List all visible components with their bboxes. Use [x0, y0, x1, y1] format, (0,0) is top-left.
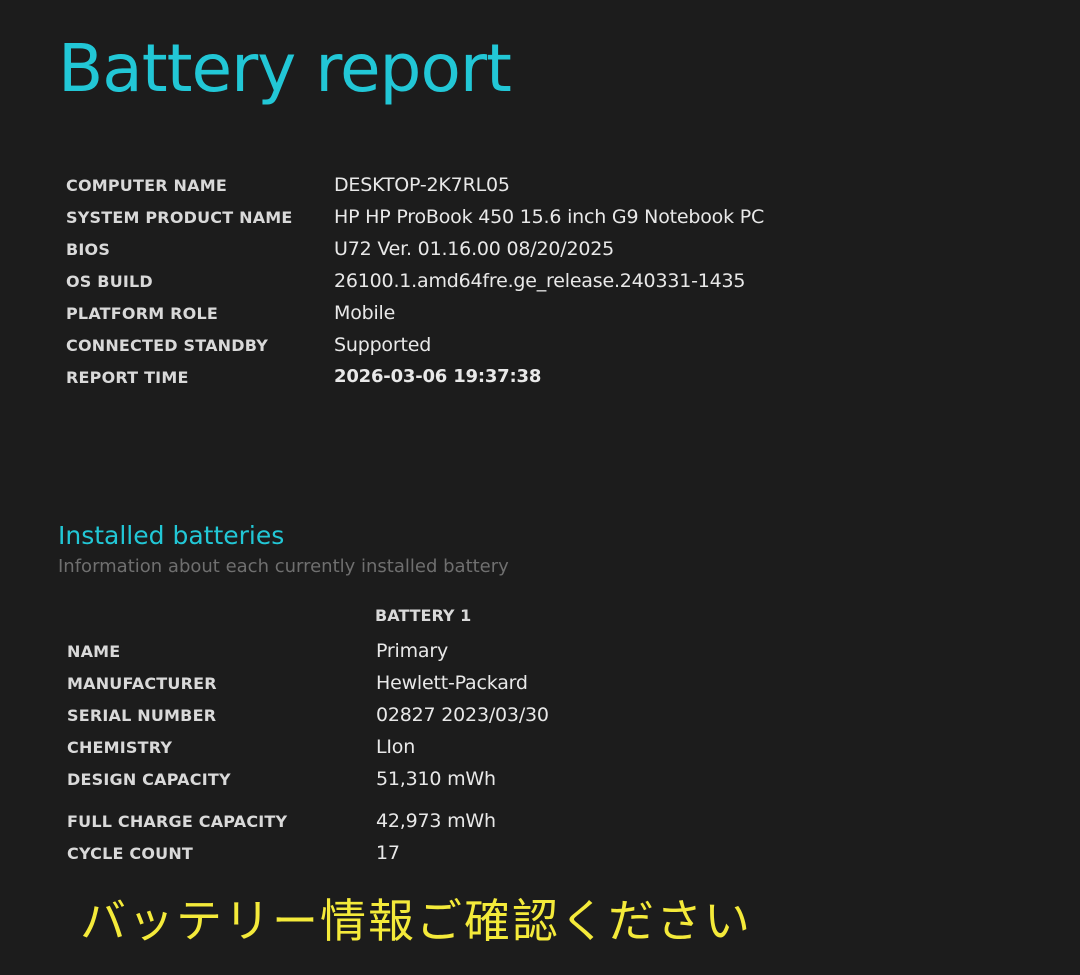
installed-batteries-heading: Installed batteries	[58, 521, 285, 550]
info-value: Mobile	[334, 302, 396, 324]
info-label: CONNECTED STANDBY	[66, 336, 269, 355]
battery-value: Hewlett-Packard	[376, 672, 528, 694]
info-label: PLATFORM ROLE	[66, 304, 218, 323]
info-value: U72 Ver. 01.16.00 08/20/2025	[334, 238, 615, 260]
battery-label: MANUFACTURER	[67, 674, 217, 693]
battery-label: NAME	[67, 642, 121, 661]
info-value: 2026-03-06 19:37:38	[334, 366, 542, 387]
battery-column-header: BATTERY 1	[375, 606, 472, 625]
battery-value: LIon	[376, 736, 416, 758]
info-label: BIOS	[66, 240, 111, 259]
page-title: Battery report	[58, 30, 512, 107]
battery-label: CYCLE COUNT	[67, 844, 194, 863]
info-label: REPORT TIME	[66, 368, 189, 387]
battery-label: SERIAL NUMBER	[67, 706, 217, 725]
footer-note: バッテリー情報ご確認ください	[80, 894, 752, 948]
info-value: 26100.1.amd64fre.ge_release.240331-1435	[334, 270, 746, 292]
battery-report-page: Battery report COMPUTER NAME DESKTOP-2K7…	[0, 0, 1080, 975]
info-value: DESKTOP-2K7RL05	[334, 174, 510, 196]
info-label: OS BUILD	[66, 272, 153, 291]
battery-value: 02827 2023/03/30	[376, 704, 549, 726]
installed-batteries-subtitle: Information about each currently install…	[58, 556, 509, 577]
info-label: COMPUTER NAME	[66, 176, 227, 195]
battery-label: CHEMISTRY	[67, 738, 173, 757]
battery-value: 42,973 mWh	[376, 810, 496, 832]
info-label: SYSTEM PRODUCT NAME	[66, 208, 293, 227]
battery-label: FULL CHARGE CAPACITY	[67, 812, 288, 831]
battery-value: 51,310 mWh	[376, 768, 496, 790]
info-value: HP HP ProBook 450 15.6 inch G9 Notebook …	[334, 206, 765, 228]
battery-value: 17	[376, 842, 400, 864]
battery-value: Primary	[376, 640, 449, 662]
battery-label: DESIGN CAPACITY	[67, 770, 231, 789]
info-value: Supported	[334, 334, 432, 356]
